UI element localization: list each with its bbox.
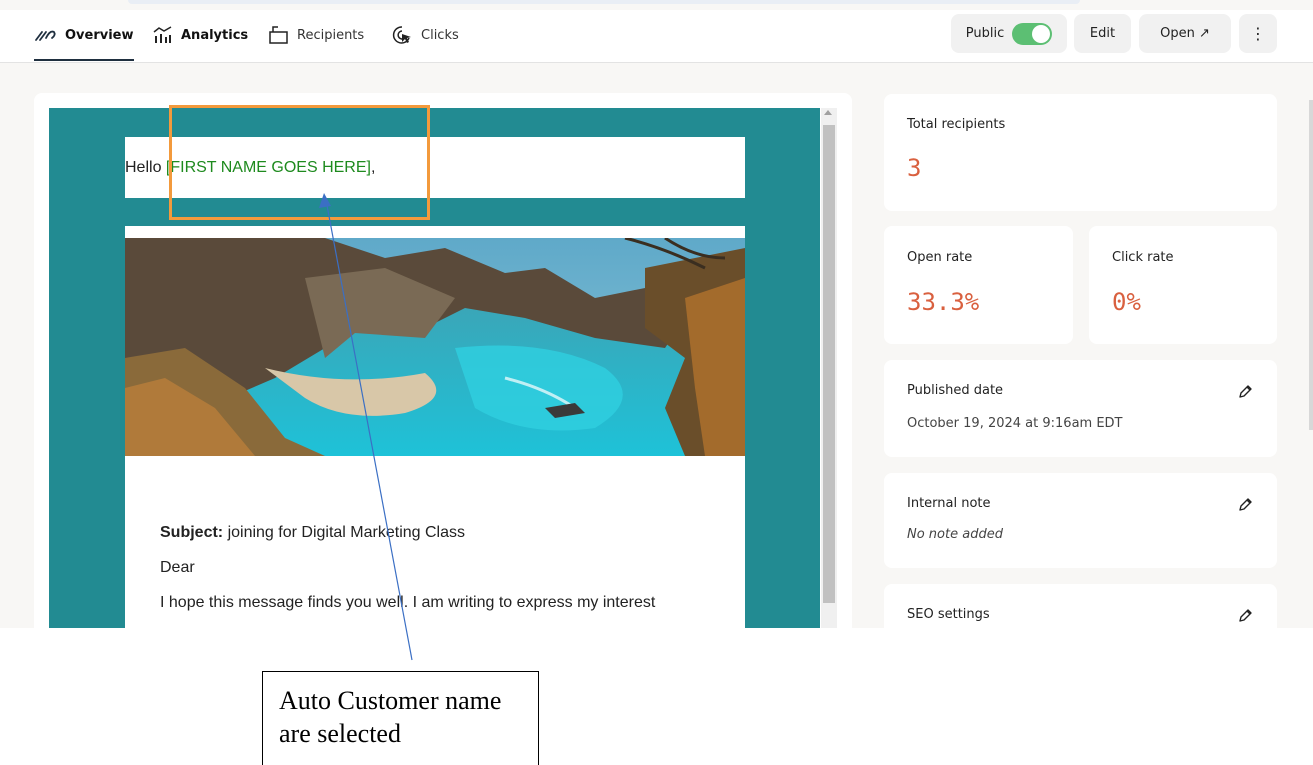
callout-text: Auto Customer name are selected xyxy=(279,686,502,748)
arrow-head-icon xyxy=(319,193,331,208)
annotation-callout: Auto Customer name are selected xyxy=(262,671,539,765)
annotation-arrow xyxy=(319,193,413,661)
